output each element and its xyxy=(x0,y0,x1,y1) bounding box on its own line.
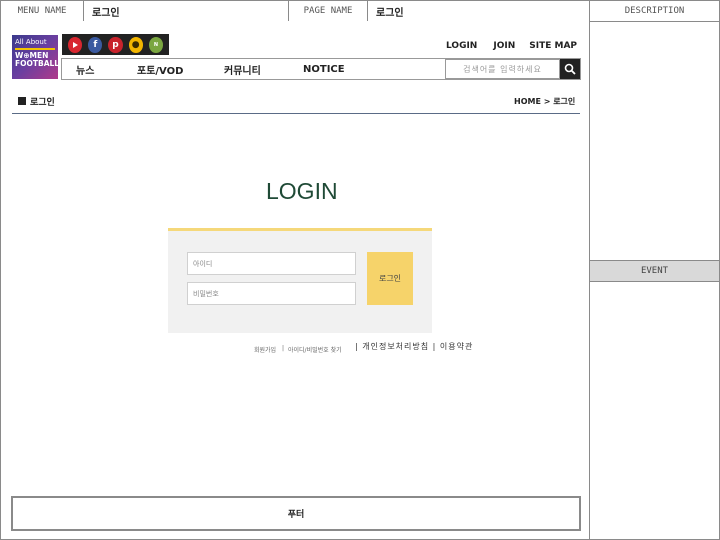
footer-label: 푸터 xyxy=(287,510,305,520)
logo-bar xyxy=(15,48,55,51)
menu-name-value: 로그인 xyxy=(83,0,289,22)
nav-item-news[interactable]: 뉴스 xyxy=(76,62,94,77)
top-links: LOGIN JOIN SITE MAP xyxy=(434,41,584,55)
youtube-icon[interactable] xyxy=(68,36,83,53)
page-name-label: PAGE NAME xyxy=(288,0,368,22)
menu-name-label: MENU NAME xyxy=(0,0,84,22)
event-label: EVENT xyxy=(589,260,720,282)
breadcrumb: HOME > 로그인 xyxy=(514,97,576,106)
section-marker xyxy=(18,97,26,105)
page-name-value: 로그인 xyxy=(367,0,590,22)
facebook-icon[interactable]: f xyxy=(88,36,103,53)
logo-line3: FOOTBALL xyxy=(15,59,60,69)
section-title: 로그인 xyxy=(30,98,55,108)
id-field[interactable]: 아이디 xyxy=(187,252,356,275)
find-account-link[interactable]: 아이디/비밀번호 찾기 xyxy=(288,345,342,354)
site-logo[interactable]: All About W⊕MEN FOOTBALL xyxy=(12,35,60,79)
link-separator: | xyxy=(282,345,285,352)
naver-icon[interactable]: N xyxy=(148,36,164,53)
join-link[interactable]: JOIN xyxy=(493,41,515,55)
logo-line1: All About xyxy=(15,38,47,46)
search-button[interactable] xyxy=(560,59,580,79)
footer: 푸터 xyxy=(11,496,581,531)
policy-links[interactable]: | 개인정보처리방침 | 이용약관 xyxy=(355,341,475,352)
kakao-icon[interactable]: ● xyxy=(128,36,143,53)
nav-item-photo[interactable]: 포토/VOD xyxy=(137,62,183,77)
nav-item-community[interactable]: 커뮤니티 xyxy=(224,62,261,77)
login-link[interactable]: LOGIN xyxy=(446,41,477,55)
description-label: DESCRIPTION xyxy=(589,0,720,22)
pinterest-icon[interactable]: p xyxy=(108,36,123,53)
login-button[interactable]: 로그인 xyxy=(367,252,413,305)
nav-item-notice[interactable]: NOTICE xyxy=(303,64,345,75)
signup-link[interactable]: 회원가입 xyxy=(254,345,276,354)
search-icon xyxy=(564,63,576,75)
password-field[interactable]: 비밀번호 xyxy=(187,282,356,305)
search-input[interactable]: 검색어를 입력하세요 xyxy=(445,59,560,79)
event-panel xyxy=(589,281,720,540)
login-heading: LOGIN xyxy=(266,178,338,204)
sitemap-link[interactable]: SITE MAP xyxy=(529,41,577,55)
social-bar: f p ● N xyxy=(62,34,169,55)
description-panel xyxy=(589,21,720,261)
header-divider xyxy=(12,113,580,114)
